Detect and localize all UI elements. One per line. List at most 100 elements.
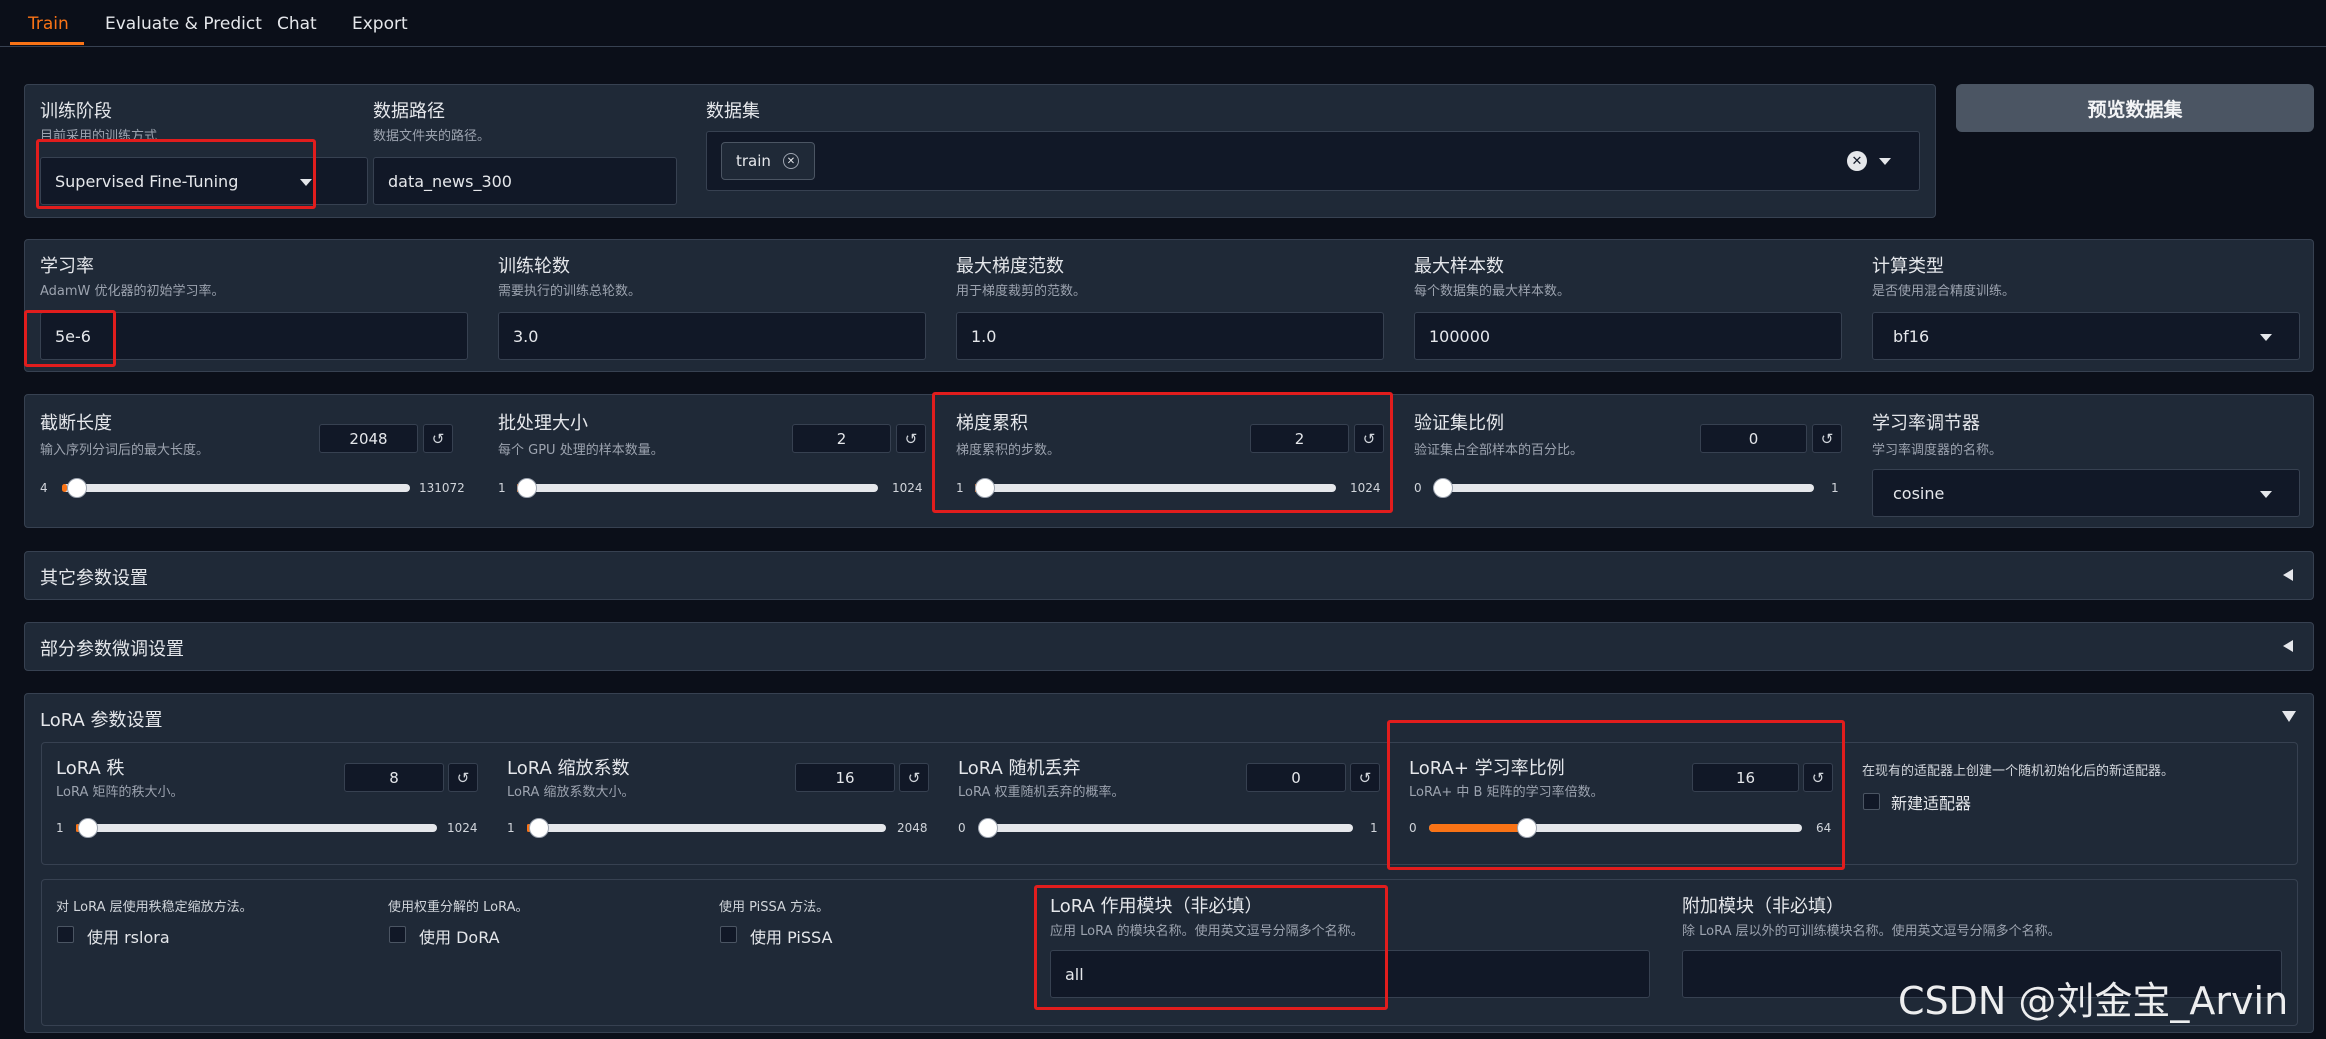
expand-arrow-icon[interactable] — [2282, 711, 2296, 722]
accordion-freeze-settings[interactable]: 部分参数微调设置 — [24, 622, 2314, 671]
lr-scheduler-info: 学习率调度器的名称。 — [1872, 443, 2003, 458]
lora-sliders-panel: LoRA 秩 LoRA 矩阵的秩大小。 8 ↺ 1 1024 LoRA 缩放系数… — [41, 742, 2298, 865]
batch-size-number-input[interactable]: 2 — [792, 424, 891, 453]
max-samples-label: 最大样本数 — [1414, 256, 1504, 277]
reset-icon[interactable]: ↺ — [1803, 763, 1833, 792]
val-size-info: 验证集占全部样本的百分比。 — [1414, 443, 1584, 458]
max-samples-info: 每个数据集的最大样本数。 — [1414, 284, 1571, 299]
rslora-label: 使用 rslora — [87, 928, 170, 947]
cutoff-len-slider-thumb[interactable] — [67, 478, 88, 498]
additional-target-info: 除 LoRA 层以外的可训练模块名称。使用英文逗号分隔多个名称。 — [1682, 924, 2061, 939]
reset-icon[interactable]: ↺ — [896, 424, 926, 453]
lora-rank-slider-track[interactable] — [76, 824, 437, 832]
lora-alpha-slider-track[interactable] — [527, 824, 886, 832]
lora-alpha-max: 2048 — [897, 821, 928, 835]
pissa-label: 使用 PiSSA — [750, 928, 833, 947]
training-stage-dropdown[interactable]: Supervised Fine-Tuning — [40, 157, 368, 205]
lora-rank-number-input[interactable]: 8 — [344, 763, 444, 792]
tab-evaluate-predict[interactable]: Evaluate & Predict — [105, 14, 262, 34]
reset-icon[interactable]: ↺ — [423, 424, 453, 453]
reset-icon[interactable]: ↺ — [1812, 424, 1842, 453]
max-grad-norm-input[interactable]: 1.0 — [956, 312, 1384, 360]
learning-rate-value: 5e-6 — [55, 326, 91, 346]
cutoff-len-slider-track[interactable] — [62, 484, 410, 492]
lora-target-info: 应用 LoRA 的模块名称。使用英文逗号分隔多个名称。 — [1050, 924, 1364, 939]
lora-dropout-max: 1 — [1370, 821, 1378, 835]
lora-alpha-slider-thumb[interactable] — [529, 818, 550, 838]
tab-export[interactable]: Export — [352, 14, 408, 34]
accordion-extra-settings[interactable]: 其它参数设置 — [24, 551, 2314, 600]
dataset-row-panel: 训练阶段 目前采用的训练方式 Supervised Fine-Tuning 数据… — [24, 84, 1936, 218]
preview-dataset-button[interactable]: 预览数据集 — [1956, 84, 2314, 132]
lora-dropout-slider-thumb[interactable] — [978, 818, 998, 838]
cutoff-len-info: 输入序列分词后的最大长度。 — [40, 443, 210, 458]
lora-alpha-min: 1 — [507, 821, 515, 835]
grad-accum-number-input[interactable]: 2 — [1250, 424, 1349, 453]
loraplus-ratio-slider-thumb[interactable] — [1517, 818, 1538, 838]
lora-alpha-number-input[interactable]: 16 — [795, 763, 895, 792]
pissa-checkbox[interactable] — [720, 926, 737, 943]
lora-dropout-slider-track[interactable] — [978, 824, 1353, 832]
epochs-label: 训练轮数 — [498, 256, 570, 277]
hyperparams-row-panel: 学习率 AdamW 优化器的初始学习率。 5e-6 训练轮数 需要执行的训练总轮… — [24, 239, 2314, 372]
remove-chip-icon[interactable]: ✕ — [783, 153, 799, 169]
additional-target-label: 附加模块（非必填） — [1682, 896, 1844, 917]
batch-size-max: 1024 — [892, 481, 923, 495]
tab-chat[interactable]: Chat — [277, 14, 317, 34]
clear-icon[interactable]: ✕ — [1847, 151, 1867, 171]
dataset-dir-input[interactable]: data_news_300 — [373, 157, 677, 205]
create-new-adapter-label: 新建适配器 — [1891, 794, 1972, 813]
create-new-adapter-info: 在现有的适配器上创建一个随机初始化后的新适配器。 — [1862, 764, 2175, 779]
dataset-multiselect[interactable]: train ✕ ✕ — [706, 131, 1920, 191]
reset-icon[interactable]: ↺ — [448, 763, 478, 792]
max-samples-input[interactable]: 100000 — [1414, 312, 1842, 360]
lora-target-input[interactable]: all — [1050, 950, 1650, 998]
lora-alpha-label: LoRA 缩放系数 — [507, 758, 630, 779]
dataset-dir-label: 数据路径 — [373, 101, 445, 122]
cutoff-len-number-input[interactable]: 2048 — [319, 424, 418, 453]
compute-type-info: 是否使用混合精度训练。 — [1872, 284, 2016, 299]
collapse-arrow-icon — [2283, 640, 2293, 652]
create-new-adapter-checkbox[interactable] — [1863, 793, 1880, 810]
chevron-down-icon — [2260, 334, 2272, 341]
grad-accum-slider-thumb[interactable] — [975, 478, 996, 498]
val-size-slider-thumb[interactable] — [1433, 478, 1453, 498]
epochs-info: 需要执行的训练总轮数。 — [498, 284, 642, 299]
grad-accum-info: 梯度累积的步数。 — [956, 443, 1061, 458]
lora-dropout-min: 0 — [958, 821, 966, 835]
max-grad-norm-value: 1.0 — [971, 326, 997, 346]
collapse-arrow-icon — [2283, 569, 2293, 581]
val-size-max: 1 — [1831, 481, 1839, 495]
accordion-lora-title[interactable]: LoRA 参数设置 — [40, 706, 163, 732]
lora-rank-max: 1024 — [447, 821, 478, 835]
dora-checkbox[interactable] — [389, 926, 406, 943]
loraplus-ratio-slider-track[interactable] — [1429, 824, 1802, 832]
reset-icon[interactable]: ↺ — [1350, 763, 1380, 792]
val-size-number-input[interactable]: 0 — [1700, 424, 1807, 453]
learning-rate-input[interactable]: 5e-6 — [40, 312, 468, 360]
learning-rate-info: AdamW 优化器的初始学习率。 — [40, 284, 225, 299]
lora-alpha-info: LoRA 缩放系数大小。 — [507, 785, 635, 800]
rslora-info: 对 LoRA 层使用秩稳定缩放方法。 — [56, 900, 253, 915]
lora-dropout-label: LoRA 随机丢弃 — [958, 758, 1081, 779]
lora-rank-slider-thumb[interactable] — [78, 818, 99, 838]
loraplus-ratio-number-input[interactable]: 16 — [1692, 763, 1799, 792]
batch-size-slider-track[interactable] — [517, 484, 878, 492]
reset-icon[interactable]: ↺ — [1354, 424, 1384, 453]
watermark-text: CSDN @刘金宝_Arvin — [1898, 979, 2289, 1023]
slider-row-panel: 截断长度 输入序列分词后的最大长度。 2048 ↺ 4 131072 批处理大小… — [24, 394, 2314, 528]
compute-type-dropdown[interactable]: bf16 — [1872, 312, 2300, 360]
tab-train[interactable]: Train — [28, 14, 69, 34]
val-size-slider-track[interactable] — [1433, 484, 1814, 492]
batch-size-slider-thumb[interactable] — [517, 478, 538, 498]
accordion-freeze-title: 部分参数微调设置 — [40, 639, 184, 660]
lr-scheduler-dropdown[interactable]: cosine — [1872, 469, 2300, 517]
active-tab-indicator — [10, 42, 84, 45]
grad-accum-slider-track[interactable] — [975, 484, 1336, 492]
epochs-input[interactable]: 3.0 — [498, 312, 926, 360]
reset-icon[interactable]: ↺ — [899, 763, 929, 792]
lora-dropout-number-input[interactable]: 0 — [1246, 763, 1346, 792]
grad-accum-label: 梯度累积 — [956, 413, 1028, 434]
rslora-checkbox[interactable] — [57, 926, 74, 943]
lora-rank-info: LoRA 矩阵的秩大小。 — [56, 785, 184, 800]
